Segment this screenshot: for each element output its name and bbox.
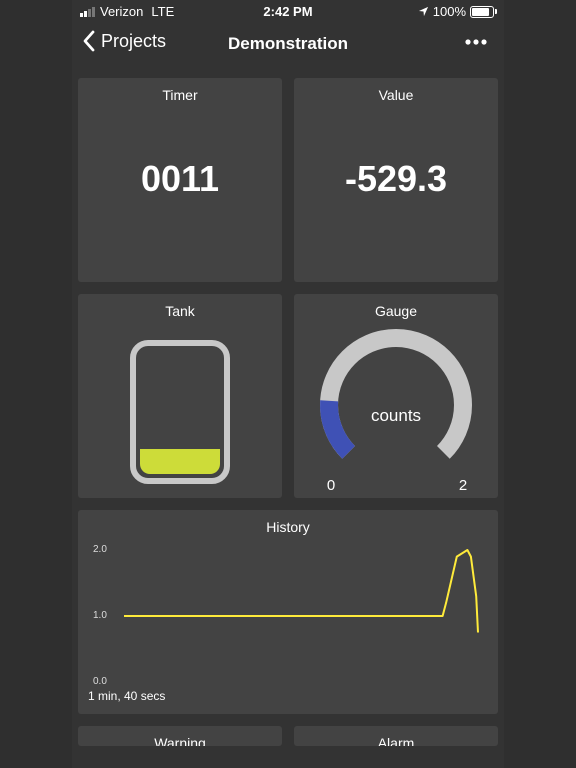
status-bar: Verizon LTE 2:42 PM 100% bbox=[72, 0, 504, 22]
nav-bar: Projects Demonstration bbox=[72, 22, 504, 66]
gauge-track bbox=[320, 329, 472, 459]
history-series-line bbox=[124, 549, 479, 633]
value-readout: -529.3 bbox=[344, 158, 448, 199]
battery-icon bbox=[470, 5, 497, 18]
gauge-max-label: 2 bbox=[459, 477, 467, 494]
battery-percent: 100% bbox=[432, 4, 466, 19]
warning-tile[interactable]: Warning bbox=[78, 726, 282, 746]
value-tile[interactable]: Value -529.3 bbox=[294, 78, 498, 282]
gauge-min-label: 0 bbox=[327, 477, 335, 494]
tank-title: Tank bbox=[165, 303, 195, 319]
more-button[interactable] bbox=[464, 30, 488, 60]
status-right: 100% bbox=[418, 4, 497, 19]
battery-fill bbox=[472, 7, 489, 16]
tank-vessel bbox=[130, 340, 230, 484]
chevron-left-icon bbox=[83, 30, 95, 52]
gauge-tile[interactable]: Gauge counts 0 2 bbox=[294, 294, 498, 498]
ellipsis-icon bbox=[465, 39, 487, 45]
back-button[interactable]: Projects bbox=[82, 30, 166, 52]
gauge-value-arc bbox=[320, 400, 356, 459]
phone-screen: Verizon LTE 2:42 PM 100% Projects Demons… bbox=[72, 0, 504, 768]
value-title: Value bbox=[378, 87, 414, 103]
gauge-svg: counts 0 2 bbox=[320, 329, 472, 494]
alarm-tile[interactable]: Alarm bbox=[294, 726, 498, 746]
back-label: Projects bbox=[101, 30, 167, 51]
location-arrow-icon bbox=[418, 6, 428, 17]
timer-value: 0011 bbox=[140, 158, 220, 199]
history-tile[interactable]: History 2.0 1.0 0.0 1 min, 40 secs bbox=[78, 510, 498, 714]
history-chart bbox=[124, 549, 479, 633]
warning-title: Warning bbox=[154, 735, 206, 746]
timer-title: Timer bbox=[162, 87, 198, 103]
gauge-unit-label: counts bbox=[371, 406, 421, 425]
tank-level bbox=[140, 449, 220, 474]
timer-tile[interactable]: Timer 0011 bbox=[78, 78, 282, 282]
alarm-title: Alarm bbox=[377, 735, 415, 746]
tank-tile[interactable]: Tank bbox=[78, 294, 282, 498]
